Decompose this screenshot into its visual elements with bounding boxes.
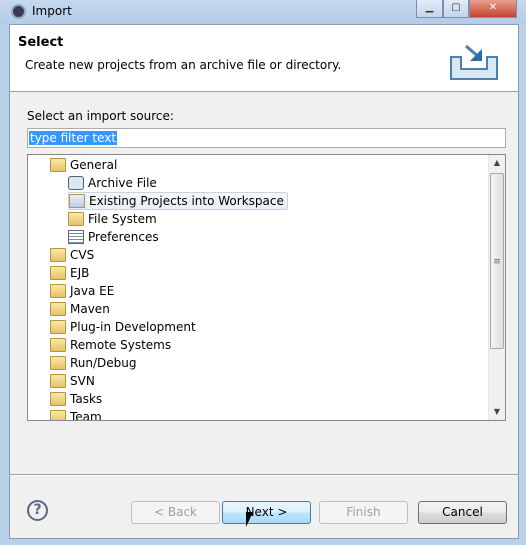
eclipse-icon xyxy=(11,4,26,19)
tree-item-label: CVS xyxy=(70,248,95,262)
tree-item-label: Maven xyxy=(70,302,110,316)
tree-item-label: SVN xyxy=(70,374,95,388)
tree-item-label: Plug-in Development xyxy=(70,320,196,334)
folder-open-icon xyxy=(50,158,66,172)
tree-item[interactable]: Archive File xyxy=(68,174,157,192)
title-bar: Import ▁ ▢ ✕ xyxy=(0,0,526,24)
vertical-scrollbar[interactable]: ▲ ≡ ▼ xyxy=(488,155,505,420)
tree-item-label: EJB xyxy=(70,266,90,280)
filter-text: type filter text xyxy=(29,131,118,145)
minimize-button[interactable]: ▁ xyxy=(416,0,443,18)
page-title: Select xyxy=(18,35,64,50)
window-title: Import xyxy=(32,4,72,18)
preferences-icon xyxy=(68,230,84,244)
tree-item[interactable]: SVN xyxy=(50,372,95,390)
folder-icon xyxy=(68,212,84,226)
tree-item[interactable]: Plug-in Development xyxy=(50,318,196,336)
tree-item-label: Tasks xyxy=(70,392,103,406)
tree-item[interactable]: Tasks xyxy=(50,390,102,408)
folder-open-icon xyxy=(50,338,66,352)
help-icon[interactable]: ? xyxy=(27,500,48,521)
tree-item[interactable]: Java EE xyxy=(50,282,114,300)
tree-item[interactable]: Run/Debug xyxy=(50,354,137,372)
folder-open-icon xyxy=(50,284,66,298)
import-wizard-icon xyxy=(450,44,498,80)
tree-item[interactable]: Existing Projects into Workspace xyxy=(68,192,288,210)
folder-open-icon xyxy=(50,356,66,370)
folder-open-icon xyxy=(50,410,66,420)
tree-item-label: Archive File xyxy=(88,176,157,190)
import-source-tree[interactable]: ▲ ≡ ▼ General Archive File Existing Projec… xyxy=(27,154,506,421)
folder-open-icon xyxy=(50,266,66,280)
filter-input[interactable]: type filter text xyxy=(27,128,506,148)
tree-item[interactable]: Team xyxy=(50,408,102,421)
tree-item-label: Java EE xyxy=(70,284,115,298)
tree-item-label: Remote Systems xyxy=(70,338,172,352)
folder-open-icon xyxy=(50,374,66,388)
tree-item-label: Existing Projects into Workspace xyxy=(89,194,284,208)
scroll-down-icon[interactable]: ▼ xyxy=(489,404,505,420)
page-description: Create new projects from an archive file… xyxy=(25,58,342,72)
folder-open-icon xyxy=(50,392,66,406)
close-button[interactable]: ✕ xyxy=(469,0,517,18)
maximize-button[interactable]: ▢ xyxy=(443,0,469,18)
tree-item[interactable]: EJB xyxy=(50,264,89,282)
next-button[interactable]: Next > xyxy=(222,501,311,524)
folder-open-icon xyxy=(50,302,66,316)
source-label: Select an import source: xyxy=(27,109,174,123)
tree-item[interactable]: File System xyxy=(68,210,157,228)
cancel-button[interactable]: Cancel xyxy=(418,501,507,524)
folder-open-icon xyxy=(50,320,66,334)
scroll-up-icon[interactable]: ▲ xyxy=(489,155,505,171)
tree-item-label: File System xyxy=(88,212,157,226)
tree-item-label: Run/Debug xyxy=(70,356,137,370)
folder-open-icon xyxy=(50,248,66,262)
tree-item-label: General xyxy=(70,158,118,172)
tree-item[interactable]: CVS xyxy=(50,246,94,264)
tree-item[interactable]: Remote Systems xyxy=(50,336,171,354)
import-dialog: Select Create new projects from an archi… xyxy=(9,24,519,539)
mouse-cursor-icon xyxy=(246,512,253,527)
wizard-header: Select Create new projects from an archi… xyxy=(10,25,518,92)
tree-item[interactable]: Maven xyxy=(50,300,110,318)
back-button[interactable]: < Back xyxy=(131,501,220,524)
project-folder-icon xyxy=(69,194,85,208)
footer-separator xyxy=(10,474,518,476)
archive-file-icon xyxy=(68,176,84,190)
scrollbar-thumb[interactable]: ≡ xyxy=(490,173,504,349)
tree-item-label: Preferences xyxy=(88,230,159,244)
finish-button[interactable]: Finish xyxy=(319,501,408,524)
tree-item[interactable]: Preferences xyxy=(68,228,159,246)
tree-item[interactable]: General xyxy=(50,156,117,174)
tree-item-label: Team xyxy=(70,410,102,421)
